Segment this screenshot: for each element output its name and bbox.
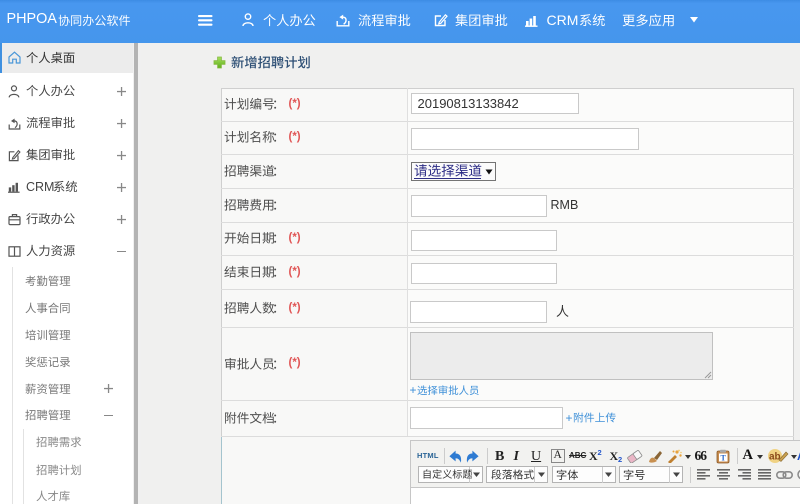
svg-text:T: T: [720, 453, 726, 462]
svg-text:ab: ab: [769, 452, 781, 463]
